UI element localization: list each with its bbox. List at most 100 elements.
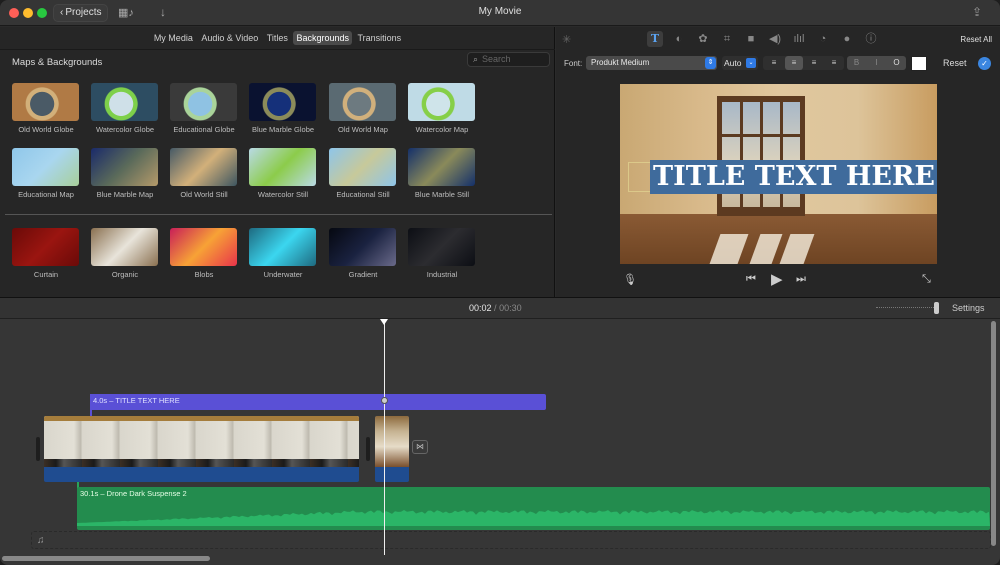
background-label: Watercolor Map bbox=[415, 125, 469, 134]
background-thumbnail bbox=[329, 228, 396, 266]
background-thumbnail bbox=[249, 148, 316, 186]
font-select[interactable]: Produkt Medium ⇕ bbox=[586, 56, 717, 70]
background-item[interactable]: Educational Globe bbox=[170, 83, 238, 134]
microphone-icon[interactable]: 🎙︎ bbox=[623, 273, 637, 286]
video-viewer[interactable]: TITLE TEXT HERE bbox=[620, 84, 937, 264]
crop-icon[interactable]: ⌗ bbox=[719, 31, 735, 47]
background-item[interactable]: Old World Still bbox=[170, 148, 238, 199]
background-item[interactable]: Underwater bbox=[249, 228, 317, 279]
volume-icon[interactable]: ◀) bbox=[767, 31, 783, 47]
section-title: Maps & Backgrounds bbox=[12, 57, 103, 68]
background-item[interactable]: Gradient bbox=[329, 228, 397, 279]
horizontal-scrollbar[interactable] bbox=[2, 556, 210, 561]
align-right-button[interactable]: ≡ bbox=[805, 56, 823, 70]
background-label: Blobs bbox=[194, 270, 214, 279]
background-item[interactable]: Watercolor Map bbox=[408, 83, 476, 134]
magic-wand-icon[interactable]: ✳ bbox=[562, 33, 571, 46]
background-item[interactable]: Educational Map bbox=[12, 148, 80, 199]
tab-transitions[interactable]: Transitions bbox=[355, 31, 405, 45]
tab-titles[interactable]: Titles bbox=[264, 31, 291, 45]
tab-audio-video[interactable]: Audio & Video bbox=[198, 31, 261, 45]
equalizer-icon[interactable]: ılıl bbox=[791, 31, 807, 47]
background-item[interactable]: Blobs bbox=[170, 228, 238, 279]
playhead[interactable] bbox=[384, 319, 385, 555]
background-item[interactable]: Old World Map bbox=[329, 83, 397, 134]
justify-button[interactable]: ≡ bbox=[825, 56, 843, 70]
background-thumbnail bbox=[408, 83, 475, 121]
background-label: Old World Globe bbox=[18, 125, 74, 134]
bold-button[interactable]: B bbox=[847, 56, 866, 70]
skip-forward-icon[interactable]: ⏭︎ bbox=[796, 273, 806, 286]
background-thumbnail bbox=[249, 228, 316, 266]
align-center-button[interactable]: ≡ bbox=[785, 56, 803, 70]
background-item[interactable]: Watercolor Globe bbox=[91, 83, 159, 134]
audio-clip-label: 30.1s – Drone Dark Suspense 2 bbox=[80, 489, 187, 498]
font-toolbar: Font: Produkt Medium ⇕ Auto ⌄ ≡ ≡ ≡ ≡ B I … bbox=[556, 56, 1000, 72]
video-clip-floorplan[interactable] bbox=[44, 416, 359, 482]
color-balance-icon[interactable]: ◐ bbox=[671, 31, 687, 47]
playhead-marker-dot bbox=[381, 397, 388, 404]
tab-backgrounds[interactable]: Backgrounds bbox=[293, 31, 352, 45]
vertical-scrollbar[interactable] bbox=[991, 321, 996, 546]
background-thumbnail bbox=[329, 83, 396, 121]
waveform-path bbox=[77, 510, 990, 526]
background-music-well[interactable] bbox=[31, 531, 991, 549]
background-item[interactable]: Organic bbox=[91, 228, 159, 279]
title-bar: ‹ Projects ▦♪ ↓ My Movie ⇪ bbox=[0, 0, 1000, 26]
tab-my-media[interactable]: My Media bbox=[151, 31, 196, 45]
timeline-zoom-slider[interactable] bbox=[876, 307, 934, 310]
background-item[interactable]: Old World Globe bbox=[12, 83, 80, 134]
window-title: My Movie bbox=[478, 6, 522, 17]
align-left-button[interactable]: ≡ bbox=[765, 56, 783, 70]
divider bbox=[0, 49, 555, 50]
window-transom bbox=[722, 134, 800, 137]
outline-button[interactable]: O bbox=[887, 56, 906, 70]
music-note-icon: ♫ bbox=[37, 535, 45, 546]
background-label: Gradient bbox=[348, 270, 378, 279]
info-icon[interactable]: ⓘ bbox=[863, 31, 879, 47]
background-item[interactable]: Educational Still bbox=[329, 148, 397, 199]
media-browser: My Media Audio & Video Titles Background… bbox=[0, 27, 555, 324]
reset-all-button[interactable]: Reset All bbox=[960, 35, 992, 44]
playhead-handle[interactable] bbox=[380, 319, 388, 325]
text-color-well[interactable] bbox=[911, 56, 927, 71]
search-input[interactable]: ⌕ Search bbox=[467, 52, 550, 67]
font-label: Font: bbox=[564, 59, 583, 68]
audio-waveform bbox=[77, 510, 990, 526]
background-thumbnail bbox=[249, 83, 316, 121]
background-item[interactable]: Industrial bbox=[408, 228, 476, 279]
apply-checkmark-icon[interactable]: ✓ bbox=[978, 57, 991, 70]
clip-trim-handle[interactable] bbox=[366, 437, 370, 461]
title-text-icon[interactable]: T bbox=[647, 31, 663, 47]
timeline-settings-button[interactable]: Settings bbox=[952, 303, 985, 313]
background-item[interactable]: Blue Marble Globe bbox=[249, 83, 317, 134]
title-clip[interactable]: 4.0s – TITLE TEXT HERE bbox=[90, 394, 546, 410]
speed-gauge-icon[interactable]: ◔ bbox=[815, 31, 831, 47]
italic-button[interactable]: I bbox=[867, 56, 886, 70]
skip-back-icon[interactable]: ⏮︎ bbox=[746, 273, 756, 286]
clip-filter-icon[interactable]: ● bbox=[839, 31, 855, 47]
title-overlay-text[interactable]: TITLE TEXT HERE bbox=[650, 160, 937, 194]
color-palette-icon[interactable]: ✿ bbox=[695, 31, 711, 47]
filmstrip-top bbox=[44, 416, 359, 421]
background-thumbnail bbox=[170, 228, 237, 266]
reset-button[interactable]: Reset bbox=[943, 58, 967, 68]
transition-icon[interactable]: ⋈ bbox=[412, 440, 428, 454]
timecode: 00:02 / 00:30 bbox=[469, 303, 522, 313]
text-style-group: B I O bbox=[847, 56, 906, 70]
background-item[interactable]: Blue Marble Map bbox=[91, 148, 159, 199]
stabilization-camera-icon[interactable]: ■ bbox=[743, 31, 759, 47]
font-size-select[interactable]: Auto ⌄ bbox=[722, 56, 758, 70]
background-item[interactable]: Curtain bbox=[12, 228, 80, 279]
background-thumbnail bbox=[408, 228, 475, 266]
background-item[interactable]: Watercolor Still bbox=[249, 148, 317, 199]
background-item[interactable]: Blue Marble Still bbox=[408, 148, 476, 199]
timeline[interactable]: 4.0s – TITLE TEXT HERE ⋈ 30.1s – Drone D… bbox=[0, 319, 1000, 565]
share-icon[interactable]: ⇪ bbox=[972, 5, 982, 19]
clip-trim-handle[interactable] bbox=[36, 437, 40, 461]
zoom-slider-knob[interactable] bbox=[934, 302, 939, 314]
video-clip-room[interactable] bbox=[375, 416, 409, 482]
audio-clip[interactable]: 30.1s – Drone Dark Suspense 2 bbox=[77, 487, 990, 530]
fullscreen-icon[interactable]: ⤡ bbox=[922, 273, 931, 286]
play-icon[interactable]: ▶ bbox=[771, 270, 783, 288]
